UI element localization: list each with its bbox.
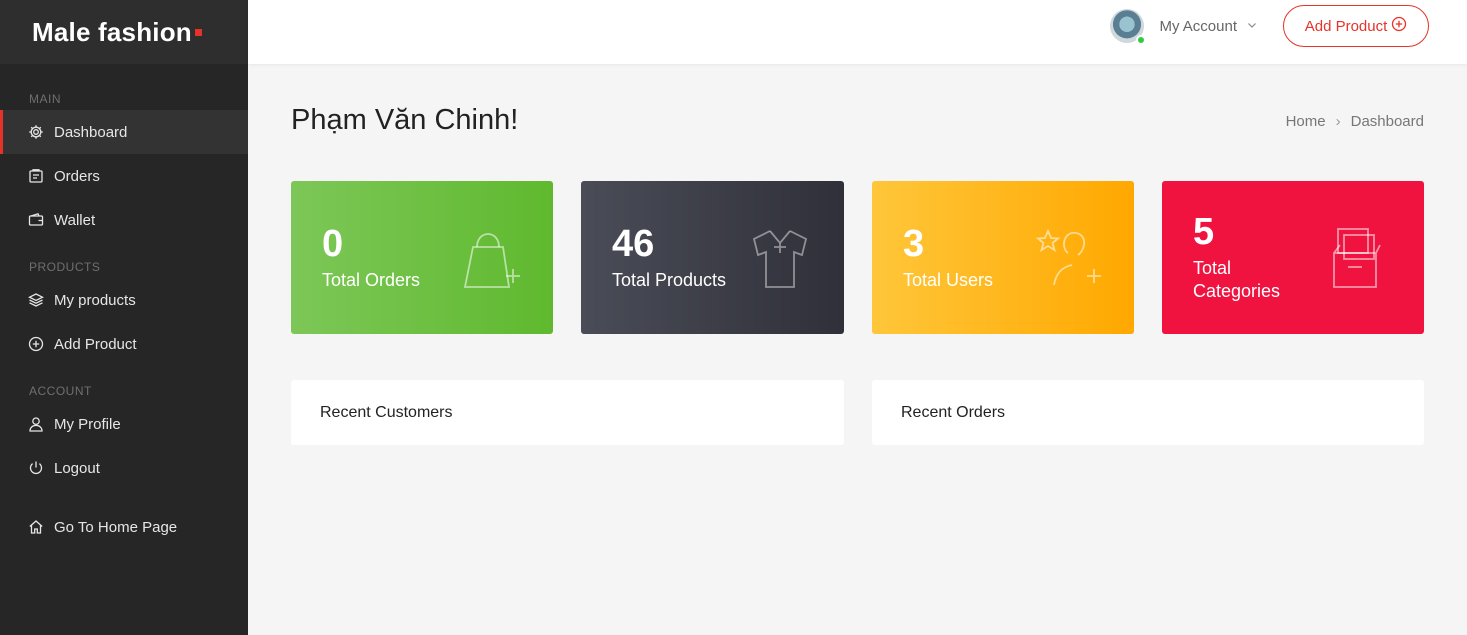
avatar[interactable]: [1110, 9, 1147, 45]
sidebar-item-my-profile[interactable]: My Profile: [0, 402, 248, 446]
sidebar-item-wallet[interactable]: Wallet: [0, 198, 248, 242]
sidebar-item-label: Add Product: [54, 335, 137, 353]
stat-card-products[interactable]: 46 Total Products: [581, 181, 844, 334]
account-label: My Account: [1159, 17, 1237, 35]
page-title: Phạm Văn Chinh!: [291, 104, 519, 136]
brand-dot: [194, 28, 202, 36]
sidebar-item-label: Dashboard: [54, 123, 128, 141]
sidebar-item-dashboard[interactable]: Dashboard: [0, 110, 248, 154]
gear-icon: [27, 123, 45, 141]
brand-logo[interactable]: Male fashion: [0, 0, 248, 64]
stat-label: Total Orders: [322, 270, 421, 290]
sidebar-item-label: Orders: [54, 167, 100, 185]
plus-circle-icon: [27, 335, 45, 353]
breadcrumb-home[interactable]: Home: [1286, 113, 1326, 130]
shopping-bag-icon: [463, 233, 520, 288]
sidebar-item-go-home[interactable]: Go To Home Page: [0, 505, 248, 549]
sidebar-item-label: Wallet: [54, 211, 96, 229]
sidebar-item-orders[interactable]: Orders: [0, 154, 248, 198]
plus-circle-icon: [1391, 16, 1407, 36]
stat-label: Total Categories: [1193, 257, 1280, 303]
stat-value: 3: [903, 223, 925, 265]
user-icon: [27, 415, 45, 433]
sidebar-item-label: My Profile: [54, 415, 121, 433]
section-products: PRODUCTS: [29, 260, 101, 274]
stat-card-categories[interactable]: 5 Total Categories: [1162, 181, 1424, 334]
stat-value: 46: [612, 223, 655, 265]
power-icon: [27, 459, 45, 477]
orders-icon: [27, 167, 45, 185]
chevron-down-icon: [1247, 17, 1257, 35]
breadcrumb-chevron-icon: ›: [1335, 113, 1341, 130]
sidebar-item-my-products[interactable]: My products: [0, 278, 248, 322]
stat-label-line1: Total: [1193, 258, 1232, 278]
top-header: My Account Add Product: [248, 0, 1467, 64]
stat-card-orders[interactable]: 0 Total Orders: [291, 181, 553, 334]
user-add-icon: [1035, 228, 1101, 286]
shirt-icon: [752, 230, 808, 288]
sidebar-item-label: Go To Home Page: [54, 518, 178, 536]
add-product-button[interactable]: Add Product: [1283, 5, 1429, 47]
sidebar-item-label: Logout: [54, 459, 100, 477]
sidebar-item-logout[interactable]: Logout: [0, 446, 248, 490]
breadcrumb-current: Dashboard: [1350, 113, 1424, 130]
stat-card-users[interactable]: 3 Total Users: [872, 181, 1134, 334]
panel-title: Recent Customers: [320, 403, 453, 421]
sidebar-item-label: My products: [54, 291, 136, 309]
section-account: ACCOUNT: [29, 384, 92, 398]
sidebar: Male fashion MAIN Dashboard Orders Walle…: [0, 0, 248, 635]
home-icon: [27, 518, 45, 536]
stat-value: 5: [1193, 211, 1215, 253]
stat-label: Total Users: [903, 270, 994, 290]
recent-customers-panel: Recent Customers: [291, 380, 844, 445]
add-product-button-label: Add Product: [1304, 17, 1388, 35]
brand-name: Male fashion: [32, 16, 192, 47]
boxes-icon: [1333, 228, 1381, 288]
section-main: MAIN: [29, 92, 61, 106]
panel-title: Recent Orders: [901, 403, 1006, 421]
breadcrumb: Home › Dashboard: [1286, 113, 1424, 130]
wallet-icon: [27, 211, 45, 229]
stat-label: Total Products: [612, 270, 727, 290]
stat-label-line2: Categories: [1193, 281, 1281, 301]
layers-icon: [27, 291, 45, 309]
stat-value: 0: [322, 223, 344, 265]
online-status-dot: [1136, 35, 1147, 45]
sidebar-item-add-product[interactable]: Add Product: [0, 322, 248, 366]
account-menu[interactable]: My Account: [1110, 8, 1257, 45]
recent-orders-panel: Recent Orders: [872, 380, 1424, 445]
